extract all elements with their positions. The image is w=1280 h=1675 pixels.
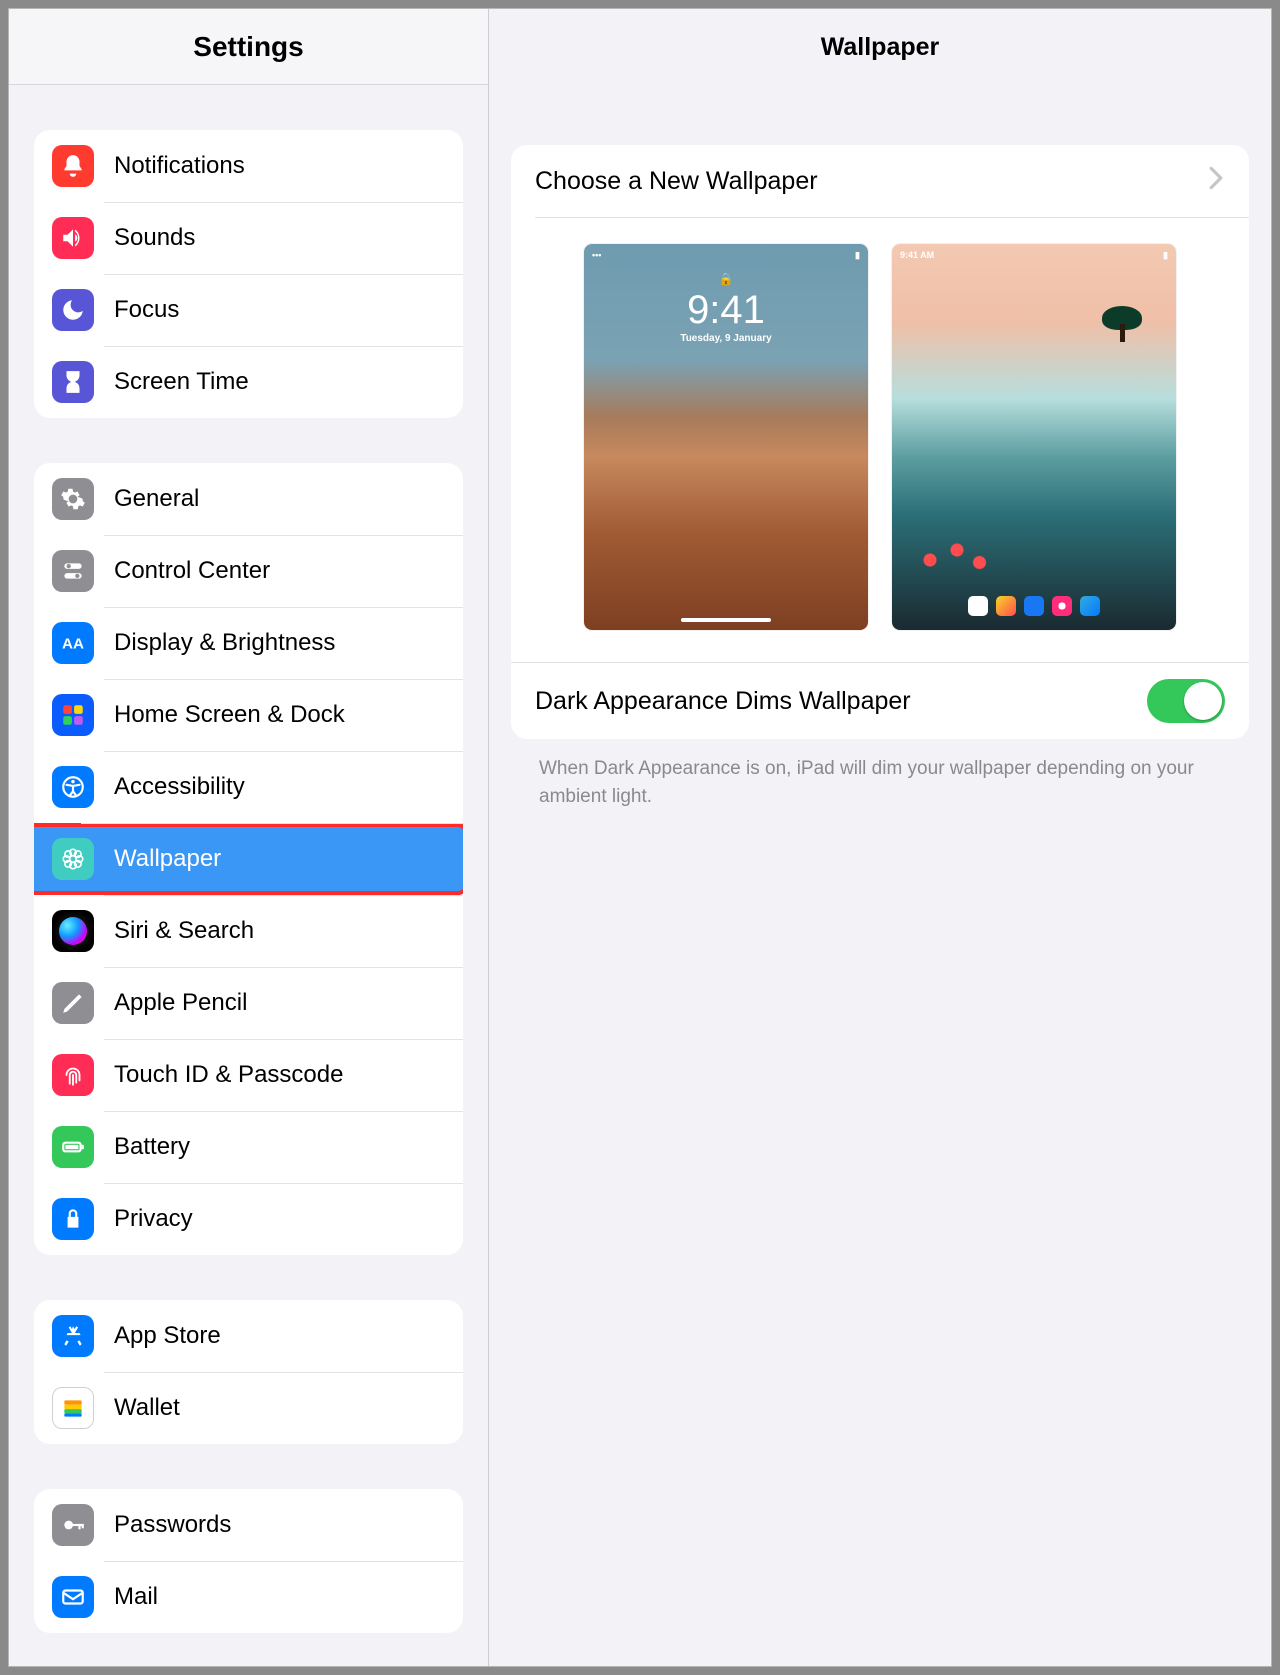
settings-sidebar: Settings Notifications Sounds Focus Screen … xyxy=(9,9,489,1666)
sidebar-item-label: Accessibility xyxy=(114,773,245,801)
sidebar-item-label: Wallet xyxy=(114,1394,180,1422)
sidebar-item-siri[interactable]: Siri & Search xyxy=(34,895,463,967)
privacy-icon xyxy=(52,1198,94,1240)
wallpaper-panel: Wallpaper Choose a New Wallpaper •••▮ xyxy=(489,9,1271,1666)
touchid-icon xyxy=(52,1054,94,1096)
sidebar-item-privacy[interactable]: Privacy xyxy=(34,1183,463,1255)
sidebar-item-label: Display & Brightness xyxy=(114,629,335,657)
sidebar-item-label: Sounds xyxy=(114,224,195,252)
screen-time-icon xyxy=(52,361,94,403)
svg-text:AA: AA xyxy=(62,635,84,652)
sidebar-group: Passwords Mail xyxy=(34,1489,463,1633)
home-screen-icon xyxy=(52,694,94,736)
sidebar-item-wallpaper[interactable]: Wallpaper xyxy=(34,823,463,895)
app-store-icon xyxy=(52,1315,94,1357)
sidebar-item-general[interactable]: General xyxy=(34,463,463,535)
lock-date: Tuesday, 9 January xyxy=(584,333,868,344)
sidebar-group: General Control Center AA Display & Brightn… xyxy=(34,463,463,1255)
sidebar-item-label: Battery xyxy=(114,1133,190,1161)
sidebar-item-label: Notifications xyxy=(114,152,245,180)
wallpaper-card: Choose a New Wallpaper •••▮ 🔒 9:41 xyxy=(511,145,1249,739)
chevron-right-icon xyxy=(1207,165,1225,197)
dark-appearance-row: Dark Appearance Dims Wallpaper xyxy=(511,663,1249,739)
sidebar-item-wallet[interactable]: Wallet xyxy=(34,1372,463,1444)
sidebar-item-home-screen[interactable]: Home Screen & Dock xyxy=(34,679,463,751)
lock-clock: 9:41 xyxy=(584,288,868,333)
sidebar-item-focus[interactable]: Focus xyxy=(34,274,463,346)
siri-icon xyxy=(52,910,94,952)
general-icon xyxy=(52,478,94,520)
choose-new-wallpaper-row[interactable]: Choose a New Wallpaper xyxy=(511,145,1249,217)
sidebar-item-label: Focus xyxy=(114,296,179,324)
accessibility-icon xyxy=(52,766,94,808)
sidebar-group: App Store Wallet xyxy=(34,1300,463,1444)
dark-appearance-footer: When Dark Appearance is on, iPad will di… xyxy=(511,739,1249,810)
sidebar-item-control-center[interactable]: Control Center xyxy=(34,535,463,607)
mail-icon xyxy=(52,1576,94,1618)
sidebar-item-label: Passwords xyxy=(114,1511,231,1539)
sidebar-item-label: Privacy xyxy=(114,1205,193,1233)
sidebar-item-apple-pencil[interactable]: Apple Pencil xyxy=(34,967,463,1039)
focus-icon xyxy=(52,289,94,331)
sidebar-item-label: Siri & Search xyxy=(114,917,254,945)
lock-icon: 🔒 xyxy=(584,272,868,286)
dark-appearance-label: Dark Appearance Dims Wallpaper xyxy=(535,687,911,716)
sidebar-item-label: Control Center xyxy=(114,557,270,585)
notifications-icon xyxy=(52,145,94,187)
battery-icon xyxy=(52,1126,94,1168)
sidebar-item-label: Home Screen & Dock xyxy=(114,701,345,729)
sidebar-item-notifications[interactable]: Notifications xyxy=(34,130,463,202)
wallpaper-previews: •••▮ 🔒 9:41 Tuesday, 9 January 9:41 AM▮ xyxy=(511,218,1249,662)
choose-new-wallpaper-label: Choose a New Wallpaper xyxy=(535,167,818,196)
sidebar-item-label: Apple Pencil xyxy=(114,989,247,1017)
control-center-icon xyxy=(52,550,94,592)
wallpaper-icon xyxy=(52,838,94,880)
home-dock xyxy=(968,596,1100,616)
sidebar-item-sounds[interactable]: Sounds xyxy=(34,202,463,274)
lock-screen-preview[interactable]: •••▮ 🔒 9:41 Tuesday, 9 January xyxy=(584,244,868,630)
sidebar-item-label: Mail xyxy=(114,1583,158,1611)
sidebar-item-label: General xyxy=(114,485,199,513)
apple-pencil-icon xyxy=(52,982,94,1024)
sidebar-item-mail[interactable]: Mail xyxy=(34,1561,463,1633)
sidebar-group: Notifications Sounds Focus Screen Time xyxy=(34,130,463,418)
sidebar-item-touchid[interactable]: Touch ID & Passcode xyxy=(34,1039,463,1111)
sidebar-item-label: Screen Time xyxy=(114,368,249,396)
page-title: Wallpaper xyxy=(489,9,1271,85)
display-icon: AA xyxy=(52,622,94,664)
home-screen-preview[interactable]: 9:41 AM▮ xyxy=(892,244,1176,630)
sidebar-item-battery[interactable]: Battery xyxy=(34,1111,463,1183)
sounds-icon xyxy=(52,217,94,259)
sidebar-item-label: Wallpaper xyxy=(114,845,221,873)
sidebar-item-app-store[interactable]: App Store xyxy=(34,1300,463,1372)
sidebar-item-screen-time[interactable]: Screen Time xyxy=(34,346,463,418)
sidebar-title: Settings xyxy=(9,9,488,85)
wallet-icon xyxy=(52,1387,94,1429)
sidebar-item-display[interactable]: AA Display & Brightness xyxy=(34,607,463,679)
sidebar-item-label: App Store xyxy=(114,1322,221,1350)
dark-appearance-toggle[interactable] xyxy=(1147,679,1225,723)
passwords-icon xyxy=(52,1504,94,1546)
sidebar-item-label: Touch ID & Passcode xyxy=(114,1061,343,1089)
sidebar-item-accessibility[interactable]: Accessibility xyxy=(34,751,463,823)
sidebar-item-passwords[interactable]: Passwords xyxy=(34,1489,463,1561)
